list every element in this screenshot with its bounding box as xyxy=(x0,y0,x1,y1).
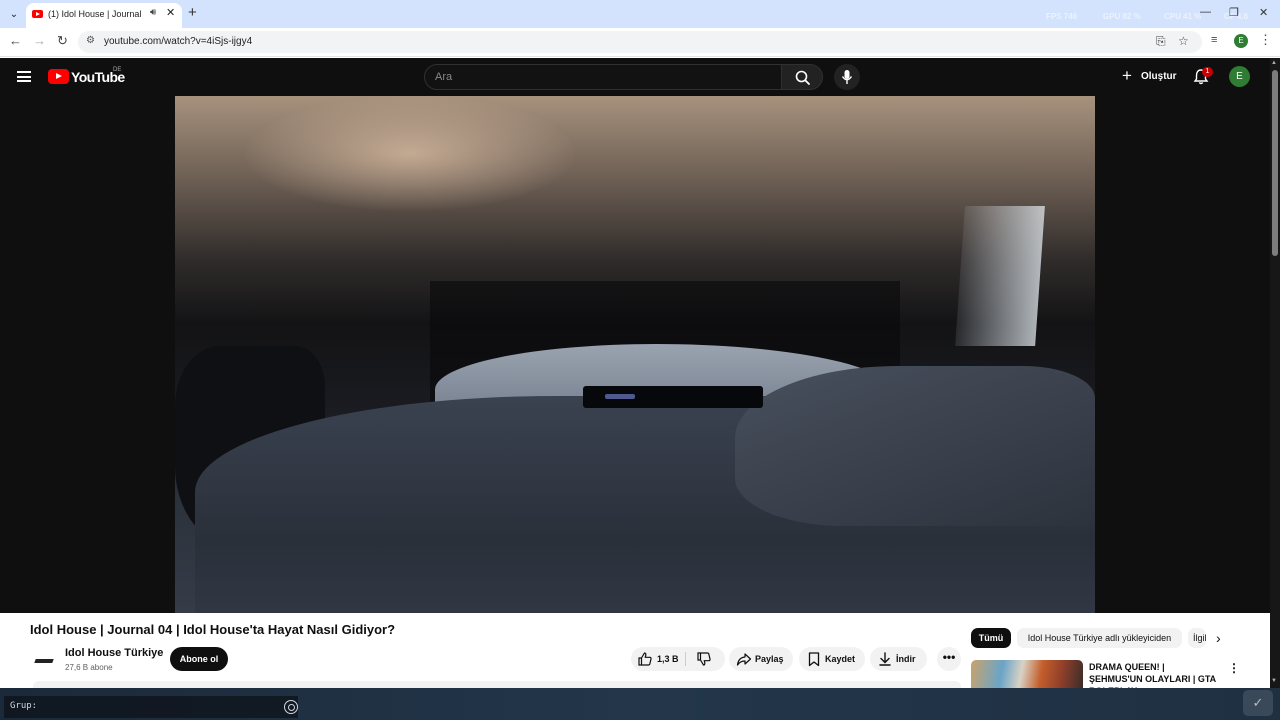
microphone-icon xyxy=(841,70,853,84)
like-dislike-group: 1,3 B xyxy=(631,647,725,671)
voice-search-button[interactable] xyxy=(834,64,860,90)
video-frame-phone-glow xyxy=(605,394,635,399)
youtube-page: YouTube DE Ara + Oluştur 1 E Idol House … xyxy=(0,58,1280,688)
share-button[interactable]: Paylaş xyxy=(729,647,793,671)
video-frame-blanket-fold xyxy=(735,366,1095,526)
scroll-down-arrow-icon[interactable]: ▼ xyxy=(1271,678,1277,684)
new-tab-button[interactable]: + xyxy=(188,4,197,21)
perf-overlay-fps: FPS 746 xyxy=(1046,12,1078,21)
share-label: Paylaş xyxy=(755,654,784,664)
audio-playing-icon[interactable]: 🔊︎ xyxy=(150,7,156,18)
watch-metadata: Idol House | Journal 04 | Idol House'ta … xyxy=(0,613,1270,688)
media-controls-icon[interactable]: ≡ xyxy=(1211,34,1217,46)
video-frame-window-light xyxy=(955,206,1045,346)
more-actions-button[interactable]: ••• xyxy=(937,647,961,671)
recommendation-thumbnail[interactable] xyxy=(971,660,1083,688)
forward-arrow-icon[interactable]: → xyxy=(33,33,46,48)
close-window-icon[interactable]: ✕ xyxy=(1259,6,1268,19)
search-input[interactable]: Ara xyxy=(424,64,782,90)
address-bar[interactable]: ⚙ youtube.com/watch?v=4iSjs-ijgy4 ⎘ ☆ xyxy=(78,31,1202,53)
browser-tab-strip: ⌄ (1) Idol House | Journal 04 | Idol Hou… xyxy=(0,0,1280,28)
notification-count-badge: 1 xyxy=(1202,67,1213,77)
browser-toolbar: ← → ↻ ⚙ youtube.com/watch?v=4iSjs-ijgy4 … xyxy=(0,28,1280,57)
bookmark-icon xyxy=(808,652,820,667)
checkmark-icon[interactable]: ✓ xyxy=(1243,690,1273,716)
download-icon xyxy=(879,652,891,666)
group-label: Grup: xyxy=(10,701,38,711)
chip-related[interactable]: İlgili xyxy=(1188,628,1206,648)
youtube-favicon-icon xyxy=(32,10,43,18)
video-player[interactable] xyxy=(175,96,1095,613)
chevron-right-icon[interactable]: › xyxy=(1216,630,1221,646)
browser-profile-avatar[interactable]: E xyxy=(1234,34,1248,48)
search-placeholder: Ara xyxy=(435,71,453,83)
scroll-up-arrow-icon[interactable]: ▲ xyxy=(1271,60,1277,66)
youtube-masthead: YouTube DE Ara + Oluştur 1 E xyxy=(0,58,1270,96)
site-info-icon[interactable]: ⚙ xyxy=(86,35,95,46)
back-arrow-icon[interactable]: ← xyxy=(9,33,22,48)
reload-icon[interactable]: ↻ xyxy=(57,33,68,49)
guide-menu-icon[interactable] xyxy=(17,71,31,82)
perf-overlay-gpu: GPU 82 % xyxy=(1103,12,1141,21)
page-scrollbar[interactable]: ▲ ▼ xyxy=(1270,58,1280,688)
tab-close-icon[interactable]: ✕ xyxy=(166,6,175,19)
create-label: Oluştur xyxy=(1141,71,1177,82)
download-label: İndir xyxy=(896,654,916,664)
target-icon[interactable] xyxy=(284,700,298,714)
like-divider xyxy=(685,652,686,666)
channel-name[interactable]: Idol House Türkiye xyxy=(65,647,163,659)
search-button[interactable] xyxy=(781,64,823,90)
perf-overlay-cpu: CPU 41 % xyxy=(1164,12,1202,21)
plus-icon: + xyxy=(1122,66,1132,85)
save-label: Kaydet xyxy=(825,654,856,664)
like-count[interactable]: 1,3 B xyxy=(657,654,679,664)
chip-all[interactable]: Tümü xyxy=(971,628,1011,648)
thumbs-down-icon[interactable] xyxy=(696,651,712,667)
group-input[interactable]: Grup: xyxy=(4,696,298,718)
subscribe-button[interactable]: Abone ol xyxy=(170,647,228,671)
youtube-logo-icon[interactable] xyxy=(48,69,69,84)
minimize-window-icon[interactable]: — xyxy=(1200,6,1211,18)
country-code: DE xyxy=(113,67,122,73)
browser-tab[interactable]: (1) Idol House | Journal 04 | Idol House… xyxy=(26,3,182,28)
thumbs-up-icon[interactable] xyxy=(637,651,653,667)
install-app-icon[interactable]: ⎘ xyxy=(1156,34,1166,49)
tab-search-button[interactable]: ⌄ xyxy=(6,6,22,22)
scrollbar-thumb[interactable] xyxy=(1272,70,1278,256)
browser-menu-icon[interactable]: ⋮ xyxy=(1259,32,1272,48)
account-avatar[interactable]: E xyxy=(1229,66,1250,87)
create-button[interactable]: + Oluştur xyxy=(1116,65,1177,89)
bookmark-star-icon[interactable]: ☆ xyxy=(1178,34,1189,48)
save-button[interactable]: Kaydet xyxy=(799,647,865,671)
recommendation-menu-icon[interactable]: ⋮ xyxy=(1228,661,1240,675)
video-title: Idol House | Journal 04 | Idol House'ta … xyxy=(30,622,396,637)
channel-logo-mark xyxy=(34,659,54,663)
url-text[interactable]: youtube.com/watch?v=4iSjs-ijgy4 xyxy=(104,36,252,47)
group-bar: Grup: ✓ xyxy=(0,688,1280,720)
channel-avatar[interactable] xyxy=(32,649,56,673)
video-frame-lamp-glow xyxy=(245,96,575,211)
chip-from-uploader[interactable]: Idol House Türkiye adlı yükleyiciden xyxy=(1017,628,1182,648)
restore-window-icon[interactable]: ❐ xyxy=(1229,6,1239,19)
recommendation-title[interactable]: DRAMA QUEEN! | ŞEHMUS'UN OLAYLARI | GTA … xyxy=(1089,661,1219,688)
description-box[interactable] xyxy=(33,681,961,688)
subscriber-count: 27,6 B abone xyxy=(65,663,113,672)
search-icon xyxy=(795,70,810,85)
tab-title: (1) Idol House | Journal 04 | Idol House… xyxy=(48,9,143,19)
download-button[interactable]: İndir xyxy=(870,647,927,671)
share-arrow-icon xyxy=(736,653,752,666)
